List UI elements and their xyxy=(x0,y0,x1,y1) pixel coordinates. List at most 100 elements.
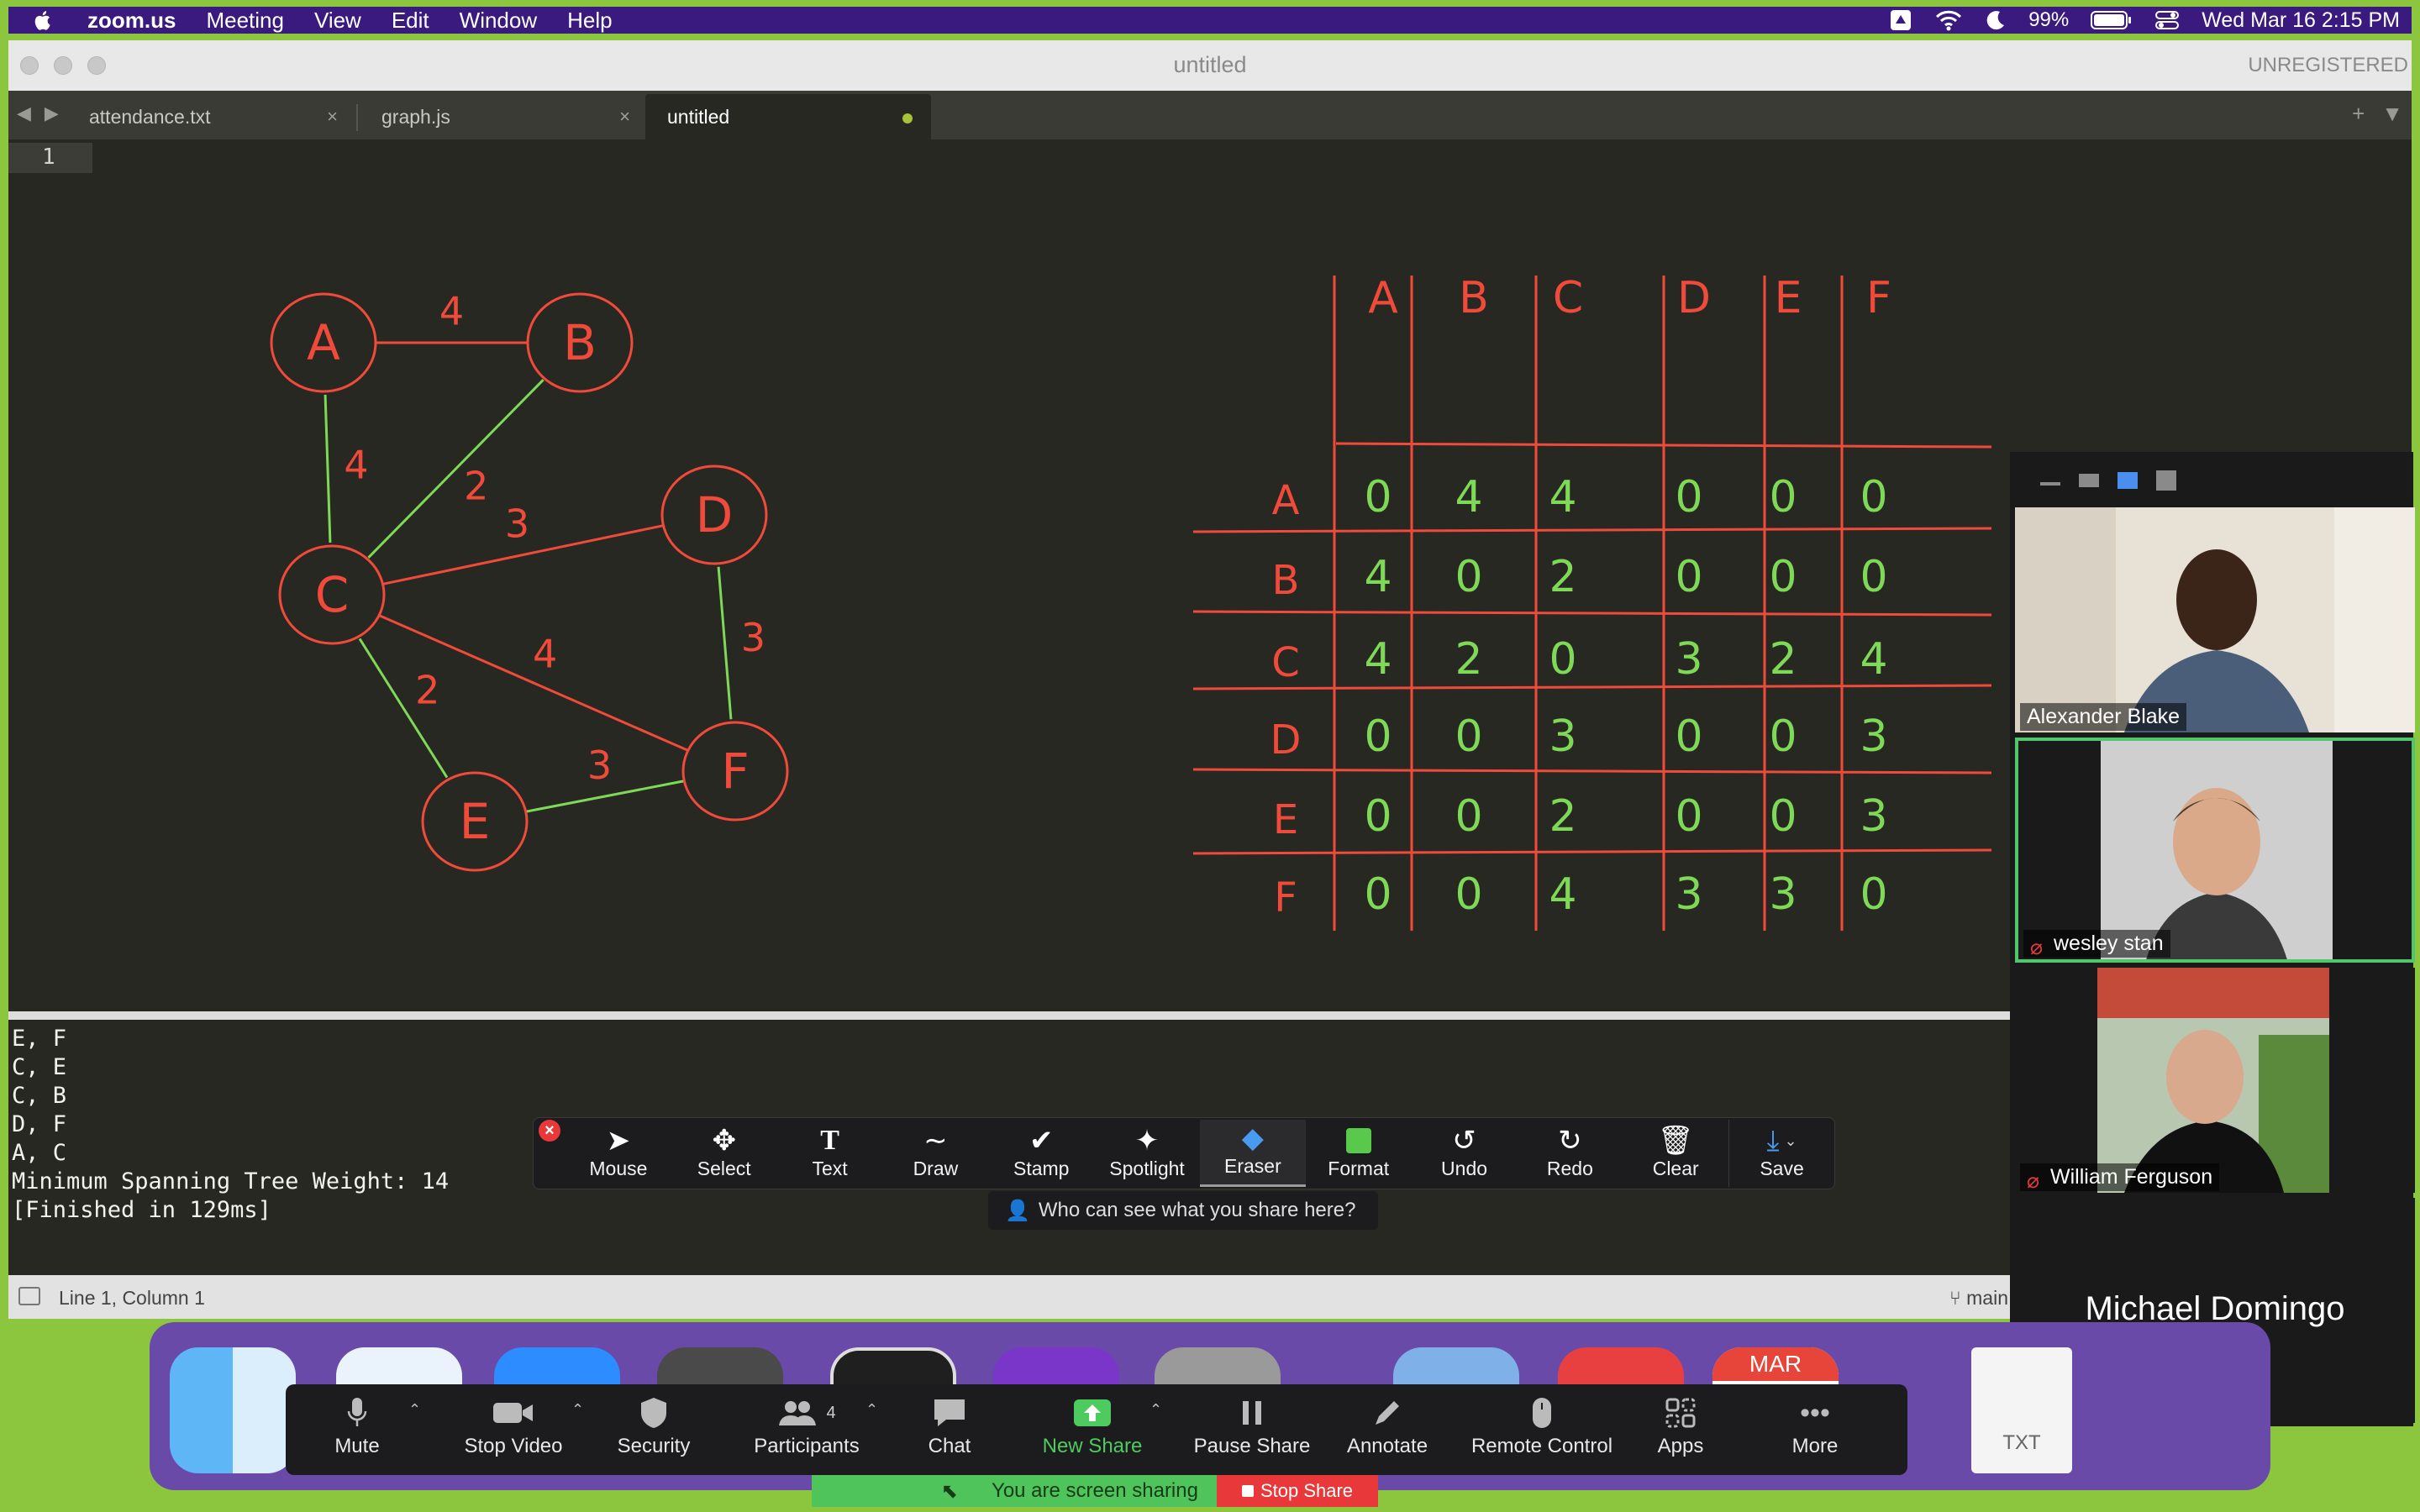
move-icon: ✥ xyxy=(712,1125,736,1157)
tab-forward-icon[interactable]: ▶ xyxy=(45,102,59,124)
pause-share-label: Pause Share xyxy=(1193,1435,1311,1457)
tool-mouse[interactable]: ➤ Mouse xyxy=(566,1120,671,1187)
sidebar-toggle-icon[interactable] xyxy=(18,1287,40,1305)
who-can-see-button[interactable]: 👤 Who can see what you share here? xyxy=(988,1191,1378,1230)
tool-stamp[interactable]: ✔ Stamp xyxy=(988,1120,1094,1187)
tool-text[interactable]: T Text xyxy=(777,1120,883,1187)
stop-share-button[interactable]: Stop Share xyxy=(1217,1475,1378,1507)
chevron-up-icon[interactable]: ⌃ xyxy=(408,1401,421,1419)
edge-weight: 4 xyxy=(344,442,368,487)
matrix-cell: 3 xyxy=(1675,634,1702,685)
new-tab-icon[interactable]: + xyxy=(2352,101,2365,127)
tab-untitled[interactable]: untitled xyxy=(645,94,931,139)
remote-control-label: Remote Control xyxy=(1470,1435,1613,1457)
node-label: F xyxy=(721,743,749,800)
chevron-up-icon[interactable]: ⌃ xyxy=(865,1401,878,1419)
tool-eraser[interactable]: ◆ Eraser xyxy=(1199,1120,1306,1187)
node-label: C xyxy=(315,566,350,623)
menubar-clock[interactable]: Wed Mar 16 2:15 PM xyxy=(2202,8,2400,33)
matrix-grid-line xyxy=(1192,848,1992,855)
sharing-status: You are screen sharing xyxy=(992,1479,1198,1502)
annotation-drawing[interactable]: 44 234233 A BCDEF AABBCCDDEEFF0 4 4 0 0 04 0 2 0 0 0… xyxy=(8,175,2012,1057)
remote-control-button[interactable]: Remote Control xyxy=(1462,1391,1622,1472)
tool-label: Spotlight xyxy=(1109,1158,1185,1179)
control-center-icon[interactable] xyxy=(2154,9,2180,31)
drag-handle-icon[interactable]: ⬉ xyxy=(941,1479,958,1504)
video-tile[interactable]: ⌀ William Ferguson xyxy=(2015,968,2415,1193)
pause-icon xyxy=(1239,1391,1265,1435)
close-annotation-icon[interactable]: × xyxy=(539,1120,560,1142)
stop-video-button[interactable]: Stop Video xyxy=(450,1391,576,1472)
matrix-cell: 0 xyxy=(1675,552,1702,602)
wifi-icon[interactable] xyxy=(1934,9,1963,31)
mute-button[interactable]: Mute xyxy=(311,1391,403,1472)
tool-spotlight[interactable]: ✦ Spotlight xyxy=(1094,1120,1200,1187)
chevron-up-icon[interactable]: ⌃ xyxy=(1150,1401,1162,1419)
battery-icon[interactable] xyxy=(2091,10,2133,30)
tab-attendance[interactable]: attendance.txt × xyxy=(67,94,353,139)
tab-graph[interactable]: graph.js × xyxy=(360,94,645,139)
cursor-position[interactable]: Line 1, Column 1 xyxy=(59,1287,205,1310)
annotate-button[interactable]: Annotate xyxy=(1333,1391,1442,1472)
tool-save[interactable]: ⤓ ⌄ Save xyxy=(1728,1120,1834,1187)
git-branch[interactable]: ⑂ main xyxy=(1949,1287,2008,1310)
annotation-toolbar: × ➤ Mouse ✥ Select T Text ∼ Draw ✔ Stamp ✦ Spo… xyxy=(533,1117,1835,1189)
matrix-grid-line xyxy=(1335,442,1992,449)
speaker-view-icon[interactable] xyxy=(2079,474,2099,487)
minimize-view-icon[interactable] xyxy=(2040,482,2060,486)
matrix-cell: 4 xyxy=(1860,634,1887,685)
matrix-col-header: C xyxy=(1553,273,1583,323)
more-button[interactable]: ••• More xyxy=(1773,1391,1857,1472)
tool-undo[interactable]: ↺ Undo xyxy=(1412,1120,1518,1187)
gallery-view-icon[interactable] xyxy=(2156,470,2176,491)
video-tile[interactable]: Alexander Blake xyxy=(2015,507,2415,732)
chevron-up-icon[interactable]: ⌃ xyxy=(571,1401,584,1419)
pause-share-button[interactable]: Pause Share xyxy=(1185,1391,1319,1472)
menu-meeting[interactable]: Meeting xyxy=(206,8,284,34)
tool-label: Eraser xyxy=(1224,1155,1281,1177)
unsaved-dot-icon[interactable] xyxy=(902,113,913,123)
apple-icon[interactable] xyxy=(34,9,54,31)
participant-name: Alexander Blake xyxy=(2027,705,2181,728)
tool-redo[interactable]: ↻ Redo xyxy=(1517,1120,1623,1187)
tool-clear[interactable]: 🗑 Clear xyxy=(1623,1120,1728,1187)
close-icon[interactable]: × xyxy=(327,106,338,128)
matrix-cell: 0 xyxy=(1455,869,1482,920)
graph-edge xyxy=(717,566,733,720)
matrix-cells: AABBCCDDEEFF0 4 4 0 0 04 0 2 0 0 04 2 0 3 2 40 0 3 0 0 30 0 2 0… xyxy=(1270,273,1891,921)
output-panel-divider[interactable] xyxy=(8,1011,2012,1020)
shield-icon xyxy=(639,1391,668,1435)
chat-button[interactable]: Chat xyxy=(899,1391,1000,1472)
tool-label: Save xyxy=(1760,1158,1804,1179)
new-share-button[interactable]: New Share xyxy=(1034,1391,1151,1472)
drive-icon[interactable] xyxy=(1889,8,1912,32)
tab-back-icon[interactable]: ◀ xyxy=(17,102,31,124)
chevron-down-icon[interactable]: ⌄ xyxy=(1785,1132,1797,1150)
close-icon[interactable]: × xyxy=(619,106,630,128)
txt-file-icon[interactable]: TXT xyxy=(1971,1347,2072,1473)
menu-zoom[interactable]: zoom.us xyxy=(87,8,176,34)
strip-view-icon[interactable] xyxy=(2118,472,2138,489)
menu-window[interactable]: Window xyxy=(460,8,537,34)
apps-button[interactable]: Apps xyxy=(1639,1391,1723,1472)
tool-select[interactable]: ✥ Select xyxy=(671,1120,777,1187)
menu-help[interactable]: Help xyxy=(567,8,612,34)
matrix-cell: 0 xyxy=(1364,472,1392,522)
matrix-cell: 0 xyxy=(1860,869,1887,920)
finder-icon[interactable] xyxy=(170,1347,296,1473)
security-button[interactable]: Security xyxy=(603,1391,704,1472)
tool-format[interactable]: Format xyxy=(1306,1120,1412,1187)
matrix-cell: 0 xyxy=(1860,472,1887,522)
video-tile[interactable]: ⌀ wesley stan xyxy=(2015,738,2415,963)
participants-button[interactable]: 4 Participants xyxy=(739,1391,874,1472)
menu-edit[interactable]: Edit xyxy=(392,8,429,34)
matrix-col-header: A xyxy=(1368,273,1398,323)
unregistered-label[interactable]: UNREGISTERED xyxy=(2248,54,2408,77)
edge-weight: 4 xyxy=(439,289,464,334)
tab-menu-icon[interactable]: ▼ xyxy=(2381,101,2403,127)
moon-icon[interactable] xyxy=(1985,9,2007,31)
tool-draw[interactable]: ∼ Draw xyxy=(882,1120,988,1187)
menu-view[interactable]: View xyxy=(314,8,361,34)
tool-label: Mouse xyxy=(589,1158,648,1179)
edge-weight: 3 xyxy=(505,501,529,547)
